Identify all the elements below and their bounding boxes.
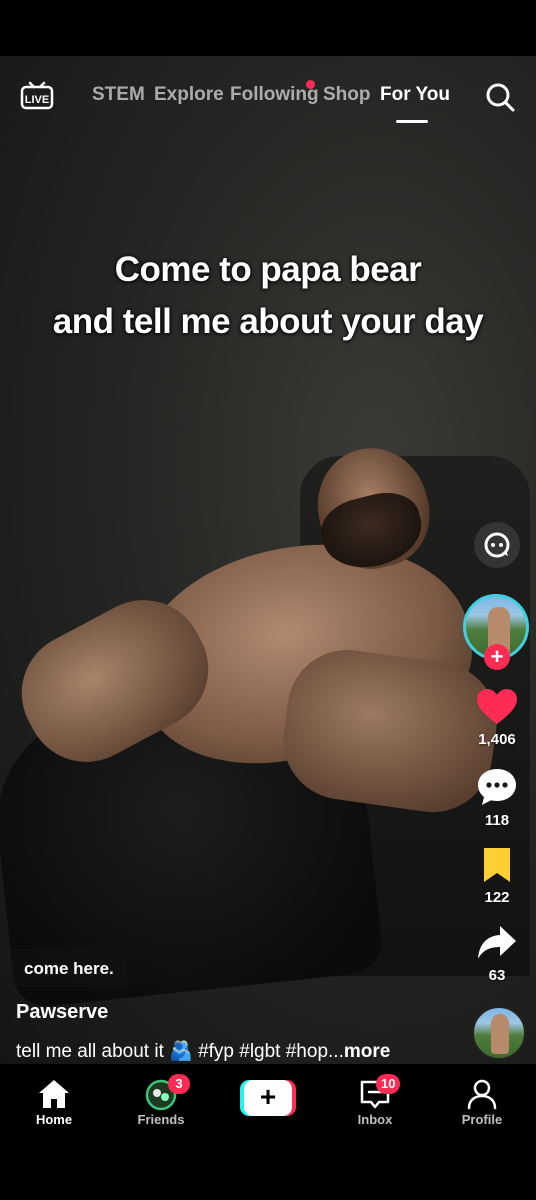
more-link[interactable]: more xyxy=(344,1041,390,1062)
creator-username[interactable]: Pawserve xyxy=(16,1001,108,1024)
bookmark-icon xyxy=(484,848,510,882)
share-arrow-icon xyxy=(478,926,516,959)
heart-icon xyxy=(477,689,517,724)
sound-disc-photo xyxy=(491,1014,509,1054)
tab-following[interactable]: Following xyxy=(230,84,319,106)
caption-line-1: Come to papa bear xyxy=(114,250,422,289)
comment-count: 118 xyxy=(484,812,510,829)
share-button[interactable]: 63 xyxy=(462,924,532,984)
save-button[interactable]: 122 xyxy=(462,846,532,906)
nav-inbox[interactable]: 10 Inbox xyxy=(330,1074,420,1127)
caption-line-2: and tell me about your day xyxy=(52,302,484,341)
nav-profile[interactable]: Profile xyxy=(437,1078,527,1127)
friends-badge: 3 xyxy=(168,1074,190,1094)
following-notification-dot xyxy=(306,80,315,89)
nav-inbox-label: Inbox xyxy=(357,1112,393,1127)
post-description-text: tell me all about it 🫂 #fyp #lgbt #hop..… xyxy=(16,1041,344,1062)
ai-assistant-button[interactable] xyxy=(474,522,520,568)
tab-shop[interactable]: Shop xyxy=(323,84,371,106)
nav-profile-label: Profile xyxy=(461,1112,503,1127)
ai-assistant-icon xyxy=(484,532,510,558)
live-icon[interactable]: LIVE xyxy=(20,78,54,112)
nav-home[interactable]: Home xyxy=(9,1078,99,1127)
video-subtitle: come here. xyxy=(12,949,126,987)
nav-home-label: Home xyxy=(35,1112,73,1127)
save-count: 122 xyxy=(484,889,510,906)
friends-avatar-icon: 3 xyxy=(144,1074,190,1111)
status-bar xyxy=(0,0,536,56)
comment-icon xyxy=(478,769,516,805)
comment-button[interactable]: 118 xyxy=(462,767,532,829)
video-text-overlay: Come to papa bear and tell me about your… xyxy=(0,244,536,348)
plus-icon: + xyxy=(244,1080,292,1116)
post-description[interactable]: tell me all about it 🫂 #fyp #lgbt #hop..… xyxy=(16,1039,390,1063)
like-count: 1,406 xyxy=(478,731,516,748)
follow-button[interactable]: + xyxy=(484,644,510,670)
tab-stem[interactable]: STEM xyxy=(92,84,145,106)
inbox-icon: 10 xyxy=(358,1074,401,1110)
profile-icon xyxy=(465,1078,499,1110)
search-icon[interactable] xyxy=(484,81,516,113)
active-tab-indicator xyxy=(396,120,428,123)
live-icon-label: LIVE xyxy=(25,94,49,106)
like-button[interactable]: 1,406 xyxy=(462,688,532,748)
create-button[interactable]: + xyxy=(240,1080,296,1116)
share-count: 63 xyxy=(488,967,506,984)
nav-friends[interactable]: 3 Friends xyxy=(116,1074,206,1127)
inbox-badge: 10 xyxy=(376,1074,401,1094)
tab-explore[interactable]: Explore xyxy=(154,84,224,106)
bottom-navigation: Home 3 Friends + 10 Inbox Profile xyxy=(0,1064,536,1136)
sound-disc[interactable] xyxy=(472,1006,526,1060)
video-player[interactable] xyxy=(0,56,536,1064)
nav-friends-label: Friends xyxy=(137,1112,185,1127)
home-icon xyxy=(37,1078,71,1110)
system-navigation-bar xyxy=(0,1136,536,1200)
tab-for-you[interactable]: For You xyxy=(380,84,450,106)
top-navigation: LIVE STEM Explore Following Shop For You xyxy=(0,78,536,123)
